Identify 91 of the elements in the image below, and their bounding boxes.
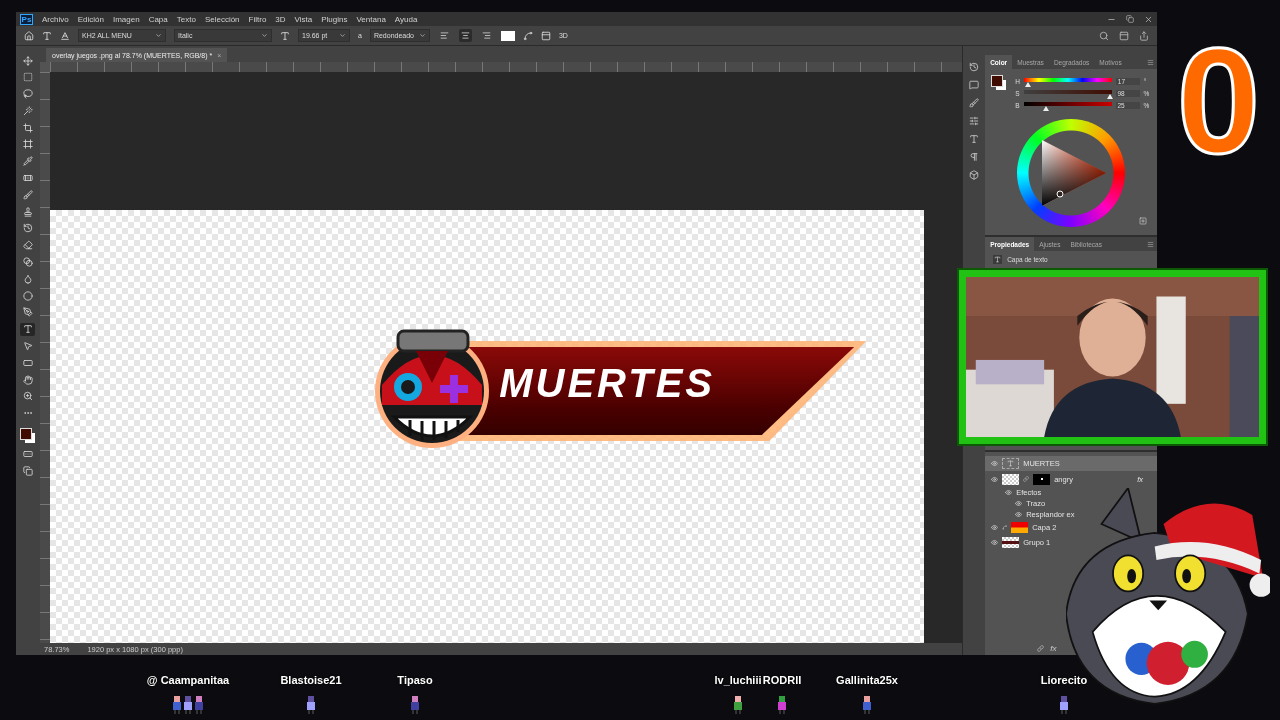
visibility-icon[interactable] (991, 460, 999, 467)
slider-thumb[interactable] (1042, 106, 1049, 111)
type-tool-icon[interactable] (20, 322, 36, 336)
align-button[interactable] (437, 29, 451, 42)
frame-tool-icon[interactable] (20, 138, 36, 151)
sprite-icon (172, 696, 182, 714)
dropdown-caret-icon (155, 32, 162, 39)
sprite-icon (306, 696, 316, 714)
dropdown-caret-icon (418, 32, 426, 39)
menu-item[interactable]: 3D (275, 14, 286, 24)
search-icon[interactable] (1099, 30, 1109, 41)
brush-tool-icon[interactable] (20, 188, 36, 202)
close-icon[interactable] (1144, 14, 1153, 24)
quick-mask-icon[interactable] (23, 448, 33, 459)
panels-icon[interactable] (540, 30, 551, 41)
add-style-button[interactable]: fx (1050, 643, 1057, 653)
font-size-icon (280, 30, 290, 41)
restore-icon[interactable] (1126, 14, 1134, 23)
move-tool-icon[interactable] (20, 54, 36, 67)
panel-menu-icon[interactable] (1147, 58, 1154, 66)
panel-menu-icon[interactable] (1147, 240, 1154, 248)
gradient-tool-icon[interactable] (20, 255, 36, 269)
share-icon[interactable] (1139, 30, 1149, 41)
layer-thumbnail (1002, 537, 1020, 548)
sprite-icon (733, 696, 743, 714)
menu-item[interactable]: Selección (204, 14, 240, 24)
layer-thumbnail (1002, 473, 1020, 485)
viewer-name: Tipaso (397, 674, 433, 686)
sprite-icon (777, 696, 787, 714)
expand-icon[interactable] (1139, 217, 1147, 225)
link-icon (1023, 476, 1030, 482)
history-icon[interactable] (969, 62, 980, 72)
pen-tool-icon[interactable] (20, 305, 36, 319)
menu-item[interactable]: Vista (294, 14, 313, 24)
menu-item[interactable]: Edición (77, 14, 104, 24)
eyedropper-tool-icon[interactable] (20, 154, 36, 168)
vertical-type-icon[interactable] (60, 30, 70, 41)
sprite-icon (194, 696, 204, 714)
visibility-icon[interactable] (1015, 500, 1023, 507)
viewer-name: RODRII (762, 674, 802, 686)
clip-arrow-icon (1002, 525, 1008, 530)
brush-settings-icon[interactable] (969, 98, 980, 108)
menu-item[interactable]: Filtro (248, 14, 267, 24)
menu-item[interactable]: Capa (148, 14, 168, 24)
viewer-name: Liorecito (1040, 674, 1088, 686)
layer-mask-thumbnail (1033, 473, 1051, 485)
visibility-icon[interactable] (1015, 511, 1023, 518)
screen-mode-icon[interactable] (23, 465, 33, 476)
menu-item[interactable]: Ayuda (394, 14, 418, 24)
type-tool-icon[interactable] (42, 30, 52, 41)
align-button[interactable] (458, 29, 472, 42)
menu-item[interactable]: Imagen (112, 14, 140, 24)
dodge-tool-icon[interactable] (20, 289, 36, 303)
dropdown-caret-icon (339, 32, 346, 39)
text-color-swatch[interactable] (500, 30, 515, 41)
visibility-icon[interactable] (991, 475, 999, 483)
color-swatches[interactable] (20, 427, 36, 444)
hand-tool-icon[interactable] (20, 373, 36, 387)
warp-text-icon[interactable] (522, 30, 533, 41)
sprite-icon (410, 696, 420, 714)
adjustments-icon[interactable] (969, 116, 980, 126)
menu-item[interactable]: Archivo (42, 14, 69, 24)
home-icon[interactable] (24, 30, 34, 41)
text-layer-icon (993, 255, 1003, 264)
menu-item[interactable]: Texto (176, 14, 196, 24)
dropdown-caret-icon (261, 32, 268, 39)
paragraph-icon[interactable] (969, 152, 980, 162)
sprite-icon (862, 696, 872, 714)
banner-text: MUERTES (499, 360, 715, 406)
viewer-name: Blastoise21 (280, 674, 342, 686)
text-layer-thumbnail (1002, 458, 1020, 469)
visibility-icon[interactable] (1005, 489, 1013, 496)
app-logo: Ps (20, 13, 33, 25)
viewer-name: lv_luchiii (714, 674, 762, 686)
visibility-icon[interactable] (991, 524, 999, 531)
lasso-tool-icon[interactable] (20, 87, 36, 101)
menu-item[interactable]: Plugins (321, 14, 348, 24)
workspace-icon[interactable] (1119, 30, 1129, 41)
sprite-icon (183, 696, 193, 714)
layer-thumbnail (1011, 522, 1029, 533)
glyphs-icon[interactable] (969, 170, 980, 180)
comment-icon[interactable] (969, 80, 980, 90)
death-counter: 0 (1176, 26, 1261, 187)
crop-tool-icon[interactable] (20, 121, 36, 135)
character-icon[interactable] (969, 134, 980, 144)
menu-item[interactable]: Ventana (356, 14, 386, 24)
sprite-icon (1059, 696, 1069, 714)
visibility-icon[interactable] (991, 539, 999, 546)
viewer-name: @ Caampanitaa (146, 674, 230, 686)
eraser-tool-icon[interactable] (20, 238, 36, 252)
viewer-name: Gallinita25x (836, 674, 898, 686)
